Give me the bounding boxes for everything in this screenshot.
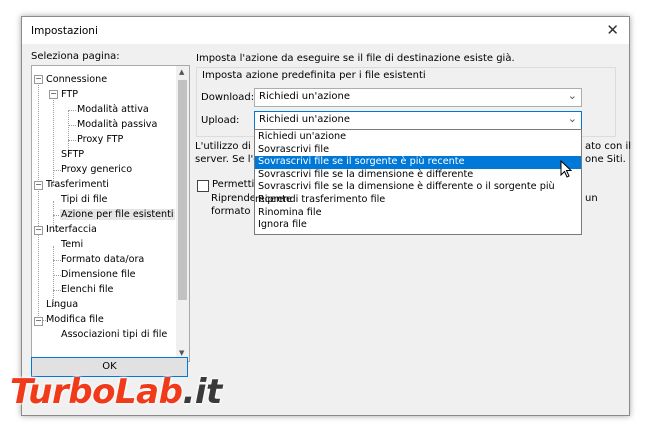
tree-item-lingua[interactable]: Lingua <box>46 299 78 310</box>
scroll-down-icon[interactable]: ▼ <box>179 349 184 357</box>
option-sovrascrivi[interactable]: Sovrascrivi file <box>255 144 581 157</box>
description-line1-end: un <box>585 193 598 204</box>
option-label: Sovrascrivi file <box>258 143 330 155</box>
description-line1: Riprender <box>211 193 261 204</box>
upload-select-value: Richiedi un'azione <box>259 114 350 125</box>
download-label: Download: <box>201 92 255 103</box>
description-line2: formato d <box>211 206 261 217</box>
upload-select[interactable]: Richiedi un'azione ⌄ <box>254 111 582 130</box>
option-label: Sovrascrivi file se il sorgente è più re… <box>258 156 465 168</box>
option-label: Sovrascrivi file se la dimensione è diff… <box>258 168 474 180</box>
window-title: Impostazioni <box>31 25 98 37</box>
watermark-part2: .it <box>182 372 222 412</box>
tree-item-azione-file-esistenti[interactable]: Azione per file esistenti <box>60 209 175 220</box>
page-header: Imposta l'azione da eseguire se il file … <box>196 53 515 64</box>
tree-connector <box>53 246 54 306</box>
tree-item-formato-data-ora[interactable]: Formato data/ora <box>61 254 144 265</box>
option-rinomina[interactable]: Rinomina file <box>255 207 581 220</box>
tree-connector <box>53 260 61 261</box>
collapse-icon[interactable]: − <box>34 181 43 190</box>
option-label: Richiedi un'azione <box>258 131 347 142</box>
tree-item-modalita-passiva[interactable]: Modalità passiva <box>77 119 157 130</box>
tree-scrollbar[interactable]: ▲ ▼ <box>176 66 189 361</box>
permit-checkbox[interactable] <box>197 180 209 192</box>
tree-connector <box>68 110 76 111</box>
scrollbar-thumb[interactable] <box>178 80 187 300</box>
tree-item-associazioni-tipi[interactable]: Associazioni tipi di file <box>61 329 167 340</box>
collapse-icon[interactable]: − <box>49 90 58 99</box>
tree-item-proxy-ftp[interactable]: Proxy FTP <box>77 134 123 145</box>
settings-dialog: Impostazioni ✕ Seleziona pagina: − − − −… <box>21 16 632 416</box>
chevron-down-icon: ⌄ <box>567 112 577 125</box>
tree-item-tipi-di-file[interactable]: Tipi di file <box>61 194 107 205</box>
option-riprendi[interactable]: Riprendi trasferimento file <box>255 194 581 207</box>
option-sovrascrivi-se-dimensione[interactable]: Sovrascrivi file se la dimensione è diff… <box>255 169 581 182</box>
tree-item-modifica-file[interactable]: Modifica file <box>46 314 104 325</box>
tree-item-sftp[interactable]: SFTP <box>61 149 84 160</box>
option-richiedi-azione[interactable]: Richiedi un'azione <box>255 131 581 144</box>
tree-item-dimensione-file[interactable]: Dimensione file <box>61 269 136 280</box>
tree-item-interfaccia[interactable]: Interfaccia <box>46 224 97 235</box>
download-select-value: Richiedi un'azione <box>259 91 350 102</box>
tree-item-modalita-attiva[interactable]: Modalità attiva <box>77 104 149 115</box>
collapse-icon[interactable]: − <box>34 226 43 235</box>
tree-item-connessione[interactable]: Connessione <box>46 74 107 85</box>
tree-connector <box>38 80 39 320</box>
select-page-label: Seleziona pagina: <box>31 51 120 62</box>
title-bar: Impostazioni ✕ <box>22 17 629 44</box>
chevron-down-icon: ⌄ <box>567 89 577 102</box>
tree-item-ftp[interactable]: FTP <box>61 89 78 100</box>
tree-connector <box>53 95 54 185</box>
page-tree[interactable]: − − − − − Connessione FTP Modalità attiv… <box>31 65 190 362</box>
tree-connector <box>53 290 61 291</box>
upload-options-list[interactable]: Richiedi un'azione Sovrascrivi file Sovr… <box>254 129 582 235</box>
collapse-icon[interactable]: − <box>34 317 43 326</box>
option-label: Ignora file <box>258 219 307 231</box>
group-title: Imposta azione predefinita per i file es… <box>202 70 426 81</box>
watermark-part1: TurboLab <box>10 372 183 412</box>
tree-connector <box>53 275 61 276</box>
close-icon[interactable]: ✕ <box>606 21 619 39</box>
info-text-line1: L'utilizzo di 'S <box>195 141 264 152</box>
info-text-line1-end: ato con il <box>585 141 632 152</box>
tree-item-temi[interactable]: Temi <box>61 239 83 250</box>
option-sovrascrivi-dimensione-o-recente[interactable]: Sovrascrivi file se la dimensione è diff… <box>255 181 581 205</box>
tree-connector <box>68 140 76 141</box>
tree-item-proxy-generico[interactable]: Proxy generico <box>61 164 132 175</box>
tree-item-trasferimenti[interactable]: Trasferimenti <box>46 179 109 190</box>
option-ignora[interactable]: Ignora file <box>255 219 581 232</box>
download-select[interactable]: Richiedi un'azione ⌄ <box>254 88 582 107</box>
option-sovrascrivi-se-recente[interactable]: Sovrascrivi file se il sorgente è più re… <box>255 156 581 169</box>
tree-connector <box>53 170 61 171</box>
option-label: Rinomina file <box>258 206 322 218</box>
tree-item-elenchi-file[interactable]: Elenchi file <box>61 284 113 295</box>
scroll-up-icon[interactable]: ▲ <box>179 68 184 76</box>
turbolab-watermark: TurboLab.it <box>10 372 222 412</box>
mouse-cursor-icon <box>560 160 572 178</box>
upload-label: Upload: <box>201 115 240 126</box>
info-text-line2-end: one Siti. <box>585 154 626 165</box>
tree-connector <box>68 125 76 126</box>
option-label: Riprendi trasferimento file <box>258 194 386 205</box>
collapse-icon[interactable]: − <box>34 75 43 84</box>
